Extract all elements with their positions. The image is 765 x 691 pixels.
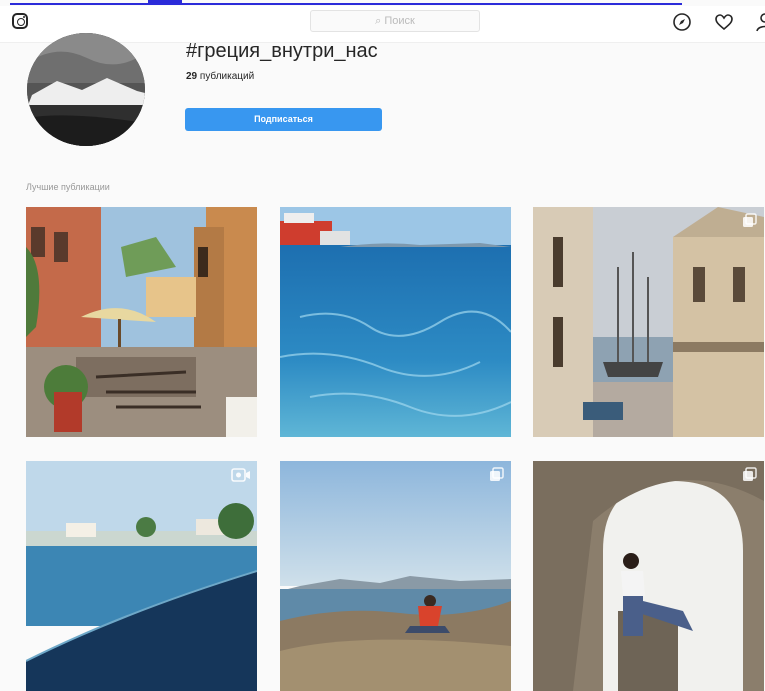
profile-icon[interactable] — [755, 12, 765, 32]
search-input[interactable]: ⌕ Поиск — [310, 10, 480, 32]
follow-button[interactable]: Подписаться — [185, 108, 382, 131]
post-tile[interactable] — [533, 207, 764, 437]
post-image-coastline — [26, 461, 257, 691]
top-posts-label: Лучшие публикации — [26, 182, 110, 192]
post-image-harbor-street — [533, 207, 764, 437]
post-count-number: 29 — [186, 71, 198, 82]
post-image-blue-sea — [280, 207, 511, 437]
post-image-cafe-terrace — [26, 207, 257, 437]
post-tile[interactable] — [26, 207, 257, 437]
link-underline-segment — [148, 0, 182, 5]
heart-icon[interactable] — [714, 12, 734, 32]
top-navbar: ⌕ Поиск — [0, 6, 765, 43]
instagram-logo-icon[interactable] — [12, 13, 28, 29]
hashtag-title: #греция_внутри_нас — [186, 40, 378, 62]
post-tile[interactable] — [26, 461, 257, 691]
explore-icon[interactable] — [672, 12, 692, 32]
post-image-rocky-beach — [280, 461, 511, 691]
search-placeholder: Поиск — [384, 15, 415, 27]
gallery-icon — [743, 467, 757, 481]
post-tile[interactable] — [280, 461, 511, 691]
video-icon — [231, 468, 250, 482]
post-tile[interactable] — [533, 461, 764, 691]
gallery-icon — [743, 213, 757, 227]
browser-link-underline — [0, 0, 765, 5]
gallery-icon — [490, 467, 504, 481]
hashtag-avatar — [27, 33, 145, 146]
post-image-stone-arch — [533, 461, 764, 691]
post-count-label: публикаций — [199, 71, 255, 82]
post-count: 29 публикаций — [186, 71, 254, 82]
post-tile[interactable] — [280, 207, 511, 437]
link-underline — [10, 3, 682, 5]
